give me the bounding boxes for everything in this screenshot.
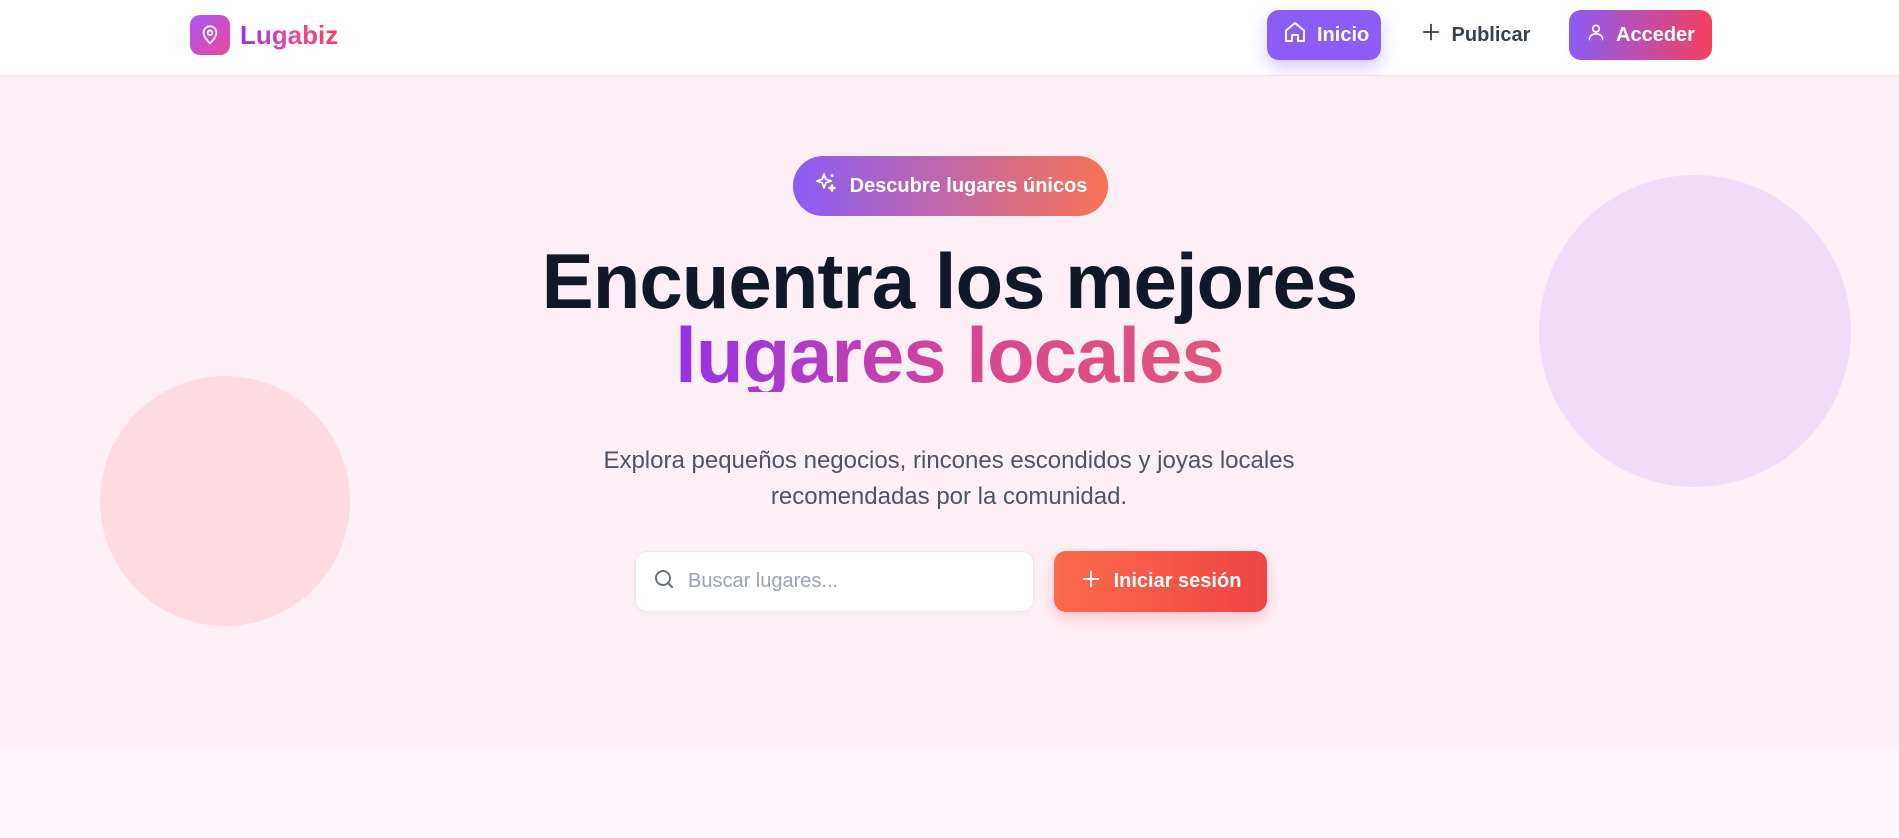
hero-section: Descubre lugares únicos Encuentra los me…	[0, 76, 1899, 751]
nav-home-label: Inicio	[1317, 23, 1370, 46]
nav-publish-button[interactable]: Publicar	[1395, 10, 1555, 60]
nav-access-button[interactable]: Acceder	[1569, 10, 1712, 60]
brand-logo-link[interactable]: Lugabiz	[190, 15, 338, 55]
plus-icon	[1420, 21, 1442, 49]
decorative-circle-left	[100, 376, 350, 626]
home-icon	[1283, 20, 1307, 50]
login-button-label: Iniciar sesión	[1113, 570, 1242, 592]
nav-access-label: Acceder	[1616, 23, 1695, 46]
next-section-start	[0, 751, 1899, 838]
login-button[interactable]: Iniciar sesión	[1054, 551, 1267, 612]
hero-title-line2: lugares locales	[675, 311, 1225, 399]
discover-badge[interactable]: Descubre lugares únicos	[793, 156, 1108, 216]
brand-name: Lugabiz	[240, 19, 339, 50]
discover-badge-label: Descubre lugares únicos	[849, 174, 1088, 197]
top-navbar: Lugabiz Inicio Publicar Acceder	[0, 0, 1899, 76]
map-pin-icon	[190, 15, 230, 55]
hero-subtitle: Explora pequeños negocios, rincones esco…	[603, 447, 1295, 510]
sparkles-icon	[814, 171, 838, 201]
user-icon	[1586, 22, 1606, 48]
search-icon	[652, 567, 676, 596]
search-box	[635, 551, 1034, 612]
hero-title-line1: Encuentra los mejores	[541, 237, 1359, 325]
plus-icon	[1080, 568, 1102, 596]
search-input[interactable]	[688, 570, 1008, 593]
nav-home-button[interactable]: Inicio	[1267, 10, 1381, 60]
nav-publish-label: Publicar	[1451, 23, 1531, 46]
main-nav: Inicio Publicar Acceder	[1267, 10, 1712, 60]
hero-title: Encuentra los mejores lugares locales	[0, 237, 1899, 399]
